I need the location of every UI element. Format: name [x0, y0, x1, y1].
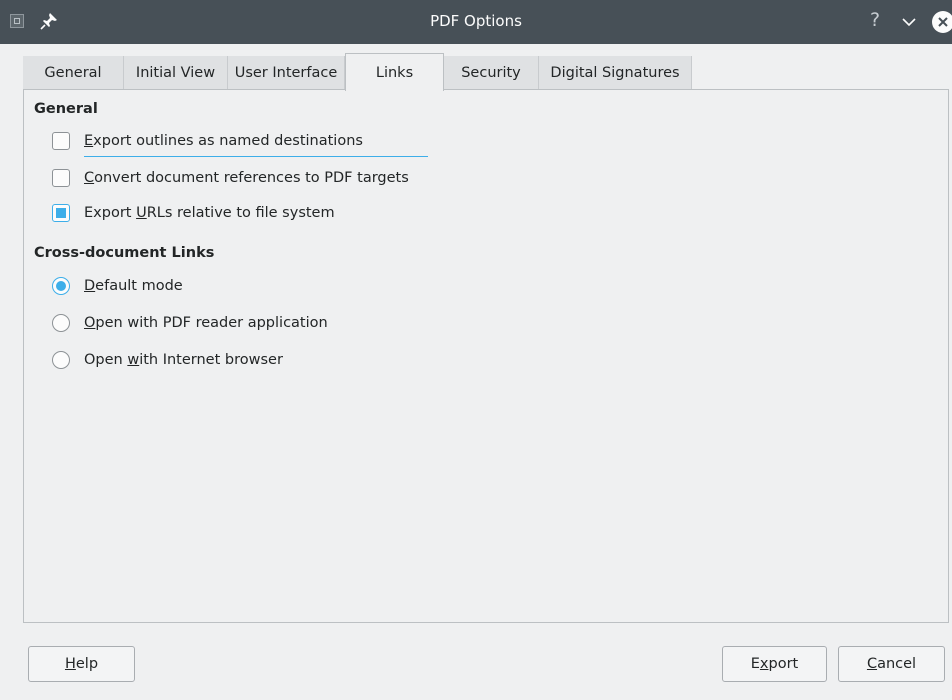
- section-title-general: General: [34, 101, 98, 117]
- links-panel: General Export outlines as named destina…: [23, 89, 949, 623]
- export-button[interactable]: Export: [722, 646, 827, 682]
- internet-browser-label: Open with Internet browser: [84, 352, 283, 368]
- tab-links[interactable]: Links: [345, 53, 444, 91]
- cancel-button[interactable]: Cancel: [838, 646, 945, 682]
- pdf-reader-radio[interactable]: [52, 314, 70, 332]
- convert-references-label: Convert document references to PDF targe…: [84, 170, 409, 186]
- internet-browser-radio[interactable]: [52, 351, 70, 369]
- help-icon[interactable]: ?: [870, 9, 880, 31]
- pdf-reader-label: Open with PDF reader application: [84, 315, 328, 331]
- close-icon[interactable]: [932, 11, 952, 33]
- tab-bar: General Initial View User Interface Link…: [23, 53, 692, 91]
- chevron-down-icon[interactable]: [900, 13, 918, 31]
- tab-digital-signatures[interactable]: Digital Signatures: [539, 56, 692, 90]
- tab-user-interface[interactable]: User Interface: [228, 56, 345, 90]
- export-urls-checkbox[interactable]: [52, 204, 70, 222]
- help-button[interactable]: Help: [28, 646, 135, 682]
- default-mode-label: Default mode: [84, 278, 183, 294]
- section-title-cross-document: Cross-document Links: [34, 245, 215, 261]
- window-title: PDF Options: [430, 12, 522, 30]
- default-mode-radio[interactable]: [52, 277, 70, 295]
- export-outlines-label: Export outlines as named destinations: [84, 133, 363, 149]
- focus-indicator: [84, 156, 428, 157]
- export-urls-label: Export URLs relative to file system: [84, 205, 335, 221]
- tab-security[interactable]: Security: [444, 56, 539, 90]
- convert-references-checkbox[interactable]: [52, 169, 70, 187]
- tab-initial-view[interactable]: Initial View: [124, 56, 228, 90]
- export-outlines-checkbox[interactable]: [52, 132, 70, 150]
- tab-general[interactable]: General: [23, 56, 124, 90]
- title-bar: PDF Options ?: [0, 0, 952, 44]
